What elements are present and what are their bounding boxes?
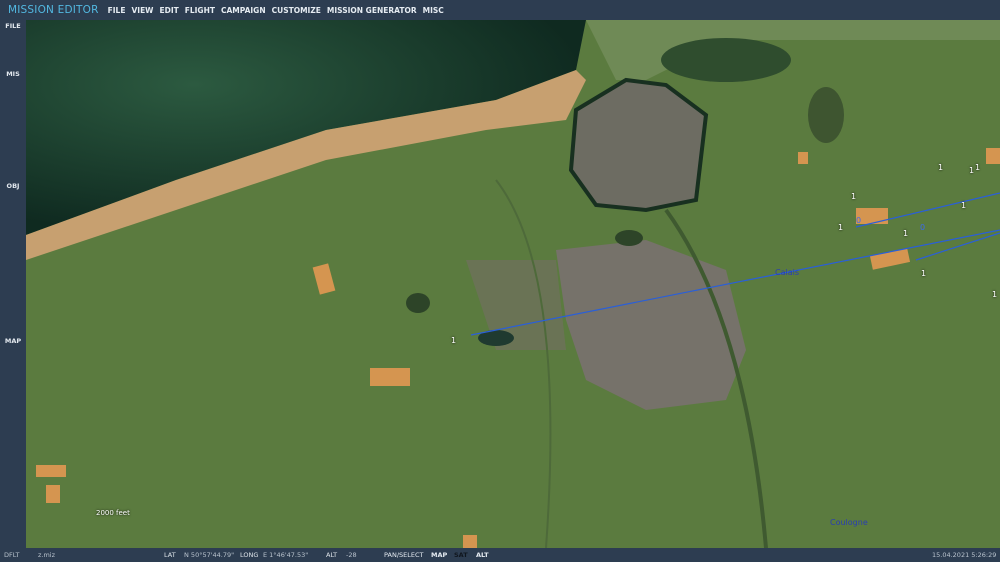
- map-scale: 2000 feet: [96, 509, 130, 517]
- mission-file: z.miz: [38, 551, 56, 559]
- sidebar-objects[interactable]: OBJ: [0, 182, 26, 190]
- menu-customize[interactable]: CUSTOMIZE: [272, 6, 321, 15]
- mode-map[interactable]: MAP: [431, 551, 447, 559]
- satellite-map[interactable]: 1 1 1 1 1 1 1 1 1 1 0 0 Calais Coulogne …: [26, 20, 1000, 548]
- menu-flight[interactable]: FLIGHT: [185, 6, 215, 15]
- city-label-coulogne: Coulogne: [830, 518, 868, 527]
- long-value: E 1°46'47.53": [263, 551, 309, 559]
- map-marker[interactable]: 1: [992, 290, 997, 299]
- mode-pan-select[interactable]: PAN/SELECT: [384, 551, 423, 559]
- sidebar-map[interactable]: MAP: [0, 337, 26, 345]
- menu-view[interactable]: VIEW: [131, 6, 153, 15]
- map-marker[interactable]: 1: [838, 223, 843, 232]
- map-marker[interactable]: 1: [921, 269, 926, 278]
- map-terrain: [26, 20, 1000, 548]
- map-marker[interactable]: 1: [903, 229, 908, 238]
- datetime: 15.04.2021 5:26:29: [932, 551, 997, 559]
- lat-value: N 50°57'44.79": [184, 551, 235, 559]
- mode-sat[interactable]: SAT: [454, 551, 468, 559]
- sidebar: FILE MIS OBJ MAP: [0, 20, 26, 548]
- app-title: MISSION EDITOR: [8, 4, 99, 16]
- status-bar: DFLT z.miz LAT N 50°57'44.79" LONG E 1°4…: [0, 548, 1000, 562]
- menu-campaign[interactable]: CAMPAIGN: [221, 6, 266, 15]
- map-marker[interactable]: 1: [961, 201, 966, 210]
- waypoint-label[interactable]: 0: [856, 216, 861, 225]
- map-marker[interactable]: 1: [451, 336, 456, 345]
- profile: DFLT: [4, 551, 20, 559]
- map-marker[interactable]: 1: [969, 166, 974, 175]
- menu-mission-generator[interactable]: MISSION GENERATOR: [327, 6, 417, 15]
- city-label-calais: Calais: [775, 268, 800, 277]
- alt-label: ALT: [326, 551, 338, 559]
- sidebar-mission[interactable]: MIS: [0, 70, 26, 78]
- lat-label: LAT: [164, 551, 176, 559]
- alt-value: -28: [346, 551, 357, 559]
- long-label: LONG: [240, 551, 259, 559]
- map-marker[interactable]: 1: [938, 163, 943, 172]
- menu-file[interactable]: FILE: [108, 6, 126, 15]
- waypoint-label[interactable]: 0: [920, 223, 925, 232]
- citadel: [568, 77, 709, 213]
- menu-misc[interactable]: MISC: [423, 6, 444, 15]
- sidebar-file[interactable]: FILE: [0, 22, 26, 30]
- map-marker[interactable]: 1: [851, 192, 856, 201]
- mode-alt[interactable]: ALT: [476, 551, 489, 559]
- menu-edit[interactable]: EDIT: [159, 6, 178, 15]
- menu-bar: MISSION EDITOR FILE VIEW EDIT FLIGHT CAM…: [0, 0, 1000, 20]
- map-marker[interactable]: 1: [975, 163, 980, 172]
